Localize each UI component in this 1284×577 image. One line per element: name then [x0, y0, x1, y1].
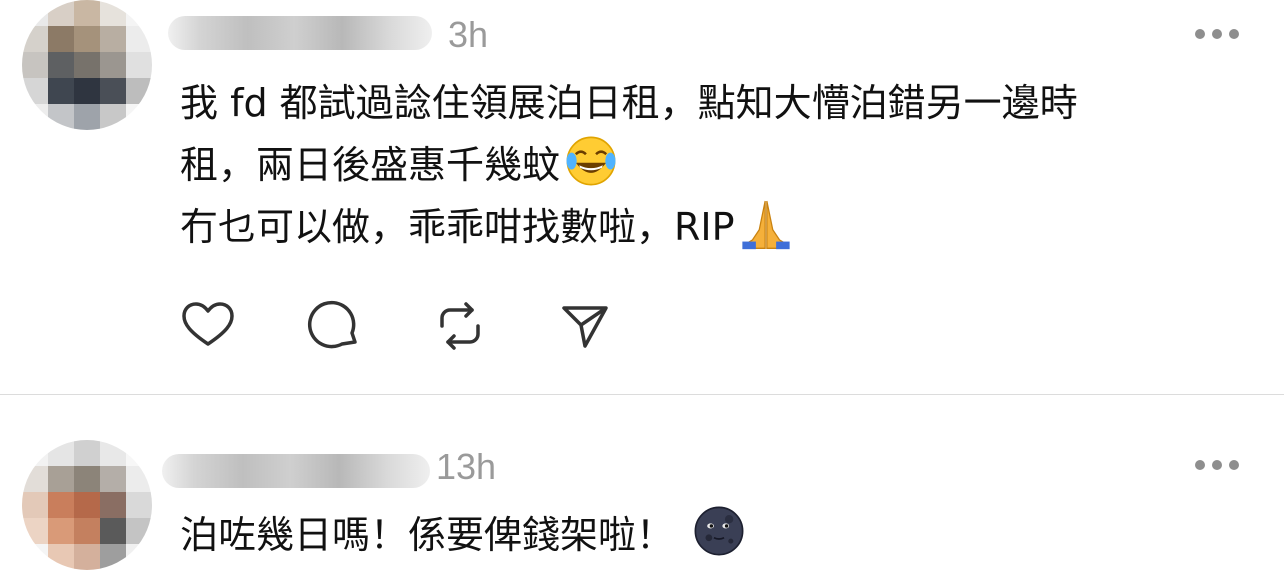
more-dot-icon	[1212, 460, 1222, 470]
share-button[interactable]	[558, 298, 614, 354]
like-button[interactable]	[180, 298, 236, 354]
text-line: 冇乜可以做，乖乖咁找數啦，RIP	[180, 196, 1078, 258]
more-dot-icon	[1195, 29, 1205, 39]
divider	[0, 394, 1284, 395]
folded-hands-icon	[741, 200, 790, 250]
heart-icon	[182, 302, 234, 346]
new-moon-face-icon	[694, 506, 744, 556]
repost-button[interactable]	[432, 298, 488, 354]
send-icon	[562, 306, 608, 348]
face-with-tears-of-joy-icon	[566, 136, 616, 186]
avatar[interactable]	[22, 0, 152, 130]
text-line: 租，兩日後盛惠千幾蚊	[180, 134, 1078, 196]
comment-bubble-icon	[307, 300, 357, 349]
username[interactable]	[168, 16, 432, 50]
avatar[interactable]	[22, 440, 152, 570]
comment-2: 13h 泊咗幾日嗎！係要俾錢架啦！	[0, 396, 1284, 577]
more-dot-icon	[1195, 460, 1205, 470]
more-options-button[interactable]	[1195, 29, 1239, 39]
timestamp: 3h	[448, 14, 489, 55]
username[interactable]	[162, 454, 430, 488]
reply-button[interactable]	[306, 298, 362, 354]
more-dot-icon	[1229, 460, 1239, 470]
more-dot-icon	[1212, 29, 1222, 39]
text-line: 泊咗幾日嗎！係要俾錢架啦！	[180, 504, 746, 566]
comment-text: 我 fd 都試過諗住領展泊日租，點知大懵泊錯另一邊時 租，兩日後盛惠千幾蚊 冇乜…	[180, 72, 1078, 258]
text-line: 我 fd 都試過諗住領展泊日租，點知大懵泊錯另一邊時	[180, 81, 1078, 125]
more-options-button[interactable]	[1195, 460, 1239, 470]
repost-icon	[440, 302, 480, 350]
comment-text: 泊咗幾日嗎！係要俾錢架啦！	[180, 504, 746, 566]
more-dot-icon	[1229, 29, 1239, 39]
timestamp: 13h	[436, 446, 497, 487]
comment-1: 3h 我 fd 都試過諗住領展泊日租，點知大懵泊錯另一邊時 租，兩日後盛惠千幾蚊…	[0, 0, 1284, 395]
